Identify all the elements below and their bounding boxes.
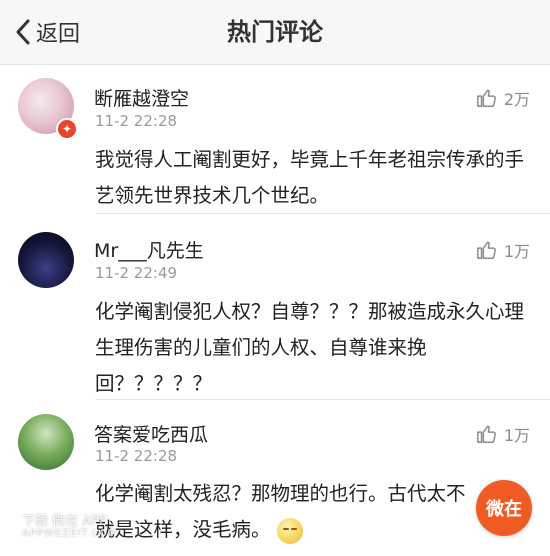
thumbs-up-icon (476, 241, 496, 259)
comment-time: 11-2 22:28 (95, 112, 178, 130)
weizai-floating-button[interactable]: 微在 (476, 480, 532, 536)
watermark-text: 下载 微在 APP (22, 514, 107, 529)
avatar[interactable] (18, 232, 74, 288)
vip-badge-icon: ✦ (56, 118, 78, 140)
thumbs-up-icon (476, 425, 496, 443)
comment-text: 我觉得人工阉割更好，毕竟上千年老祖宗传承的手艺领先世界技术几个世纪。 (95, 148, 525, 207)
avatar[interactable] (18, 414, 74, 470)
like-button[interactable]: 2万 (476, 86, 530, 110)
comment-text: 化学阉割侵犯人权？自尊？？？那被造成永久心理生理伤害的儿童们的人权、自尊谁来挽回… (95, 300, 525, 395)
like-count: 2万 (503, 90, 530, 109)
comment-username[interactable]: 断雁越澄空 (94, 84, 189, 111)
page-title: 热门评论 (227, 18, 323, 46)
comment-username[interactable]: Mr___凡先生 (94, 236, 204, 263)
like-button[interactable]: 1万 (476, 422, 530, 446)
top-bar: 返回 热门评论 (0, 0, 550, 65)
comment-item: Mr___凡先生 11-2 22:49 1万 化学阉割侵犯人权？自尊？？？那被造… (0, 214, 550, 395)
emoji-icon (276, 517, 303, 544)
like-button[interactable]: 1万 (476, 238, 530, 262)
comment-username[interactable]: 答案爱吃西瓜 (94, 420, 208, 447)
watermark-url: APPWEZEIT.COM (22, 528, 118, 539)
comment-time: 11-2 22:28 (95, 447, 178, 465)
comment-item: ✦ 断雁越澄空 11-2 22:28 2万 我觉得人工阉割更好，毕竟上千年老祖宗… (0, 64, 550, 214)
like-count: 1万 (503, 242, 530, 261)
like-count: 1万 (503, 426, 530, 445)
thumbs-up-icon (476, 89, 496, 107)
comment-text-wrap: 化学阉割太残忍？那物理的也行。古代太不就是这样，没毛病。 (95, 476, 475, 548)
comment-time: 11-2 22:49 (95, 264, 178, 282)
